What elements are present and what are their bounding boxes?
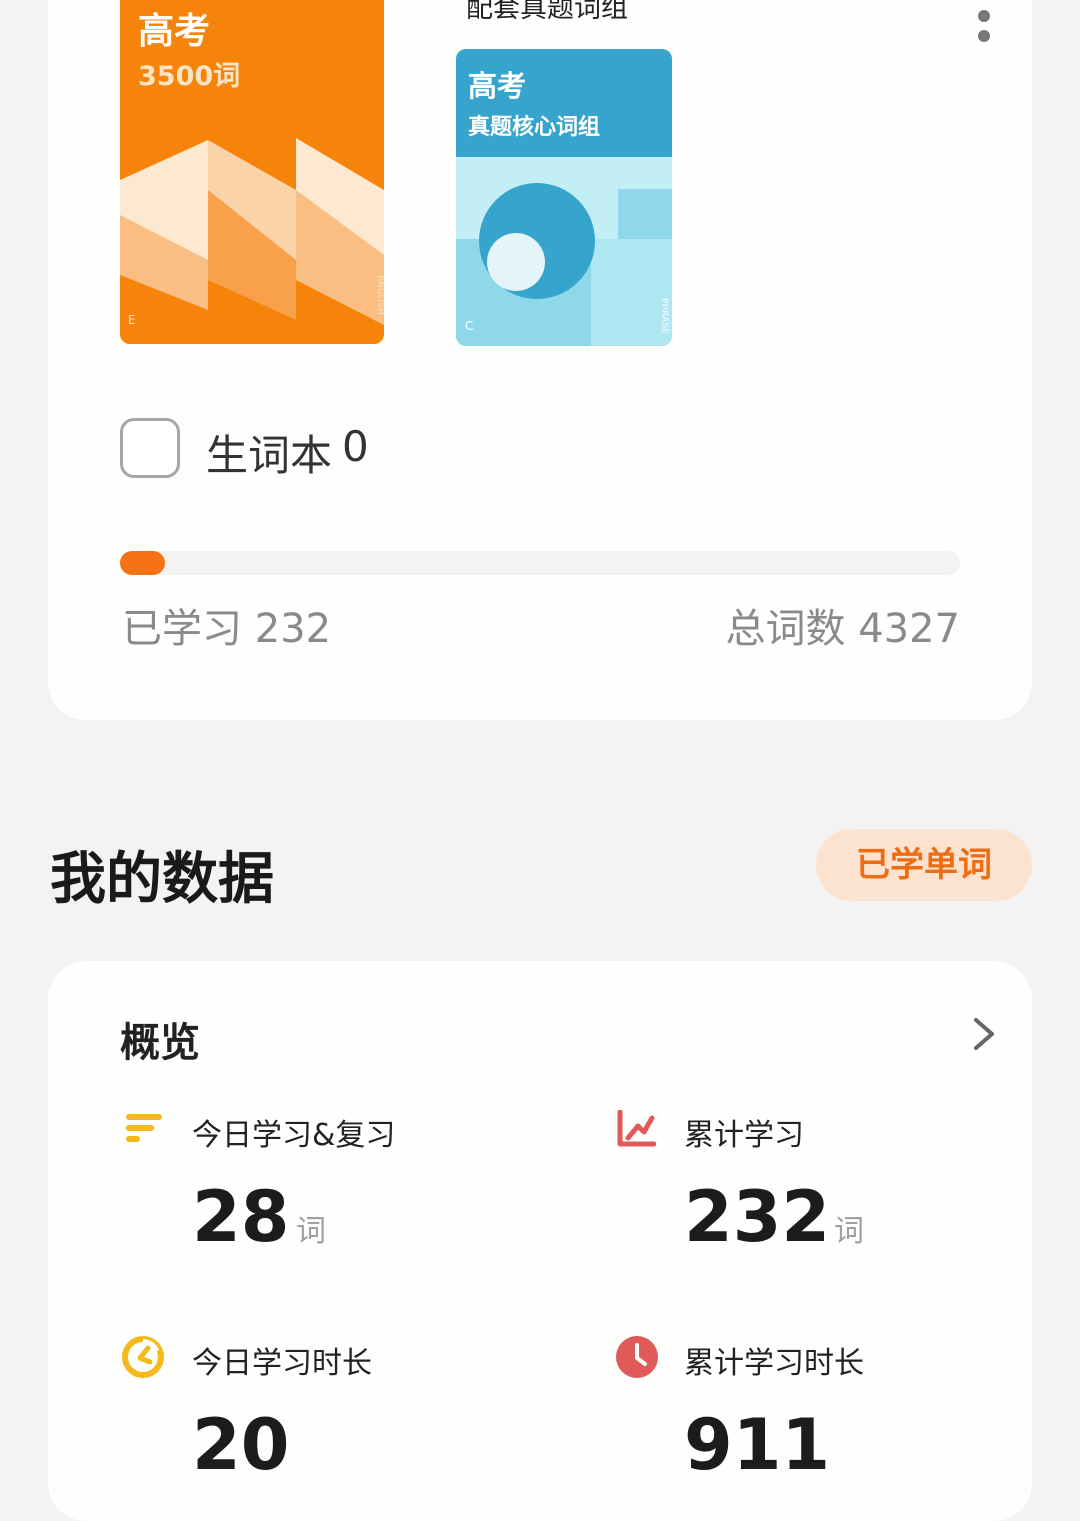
learned-words-button[interactable]: 已学单词 <box>816 829 1032 901</box>
progress-bar <box>120 551 960 575</box>
companion-book-caption: 配套真题词组 <box>466 0 628 24</box>
learned-count: 已学习 232 <box>122 606 332 652</box>
stat-value: 232 <box>684 1176 831 1258</box>
overview-title: 概览 <box>120 1020 200 1066</box>
book-cover-letter: E <box>128 313 136 327</box>
clock-icon <box>616 1336 658 1378</box>
book-cover[interactable]: 高考 3500词 E ENGLISH <box>120 0 384 344</box>
companion-book-title: 高考 <box>468 69 527 103</box>
vocab-book-count: 0 <box>342 422 369 471</box>
companion-book-cover[interactable]: 高考 真题核心词组 C PHRASE <box>456 49 672 346</box>
companion-book-letter: C <box>465 319 474 333</box>
stat-label: 累计学习 <box>684 1118 804 1153</box>
stat-label: 累计学习时长 <box>684 1346 864 1381</box>
stat-value: 20 <box>192 1404 290 1486</box>
stat-unit: 词 <box>296 1214 326 1249</box>
chevron-right-icon[interactable] <box>970 1016 998 1052</box>
bars-icon <box>126 1114 162 1142</box>
stat-value: 28 <box>192 1176 290 1258</box>
total-word-count: 总词数 4327 <box>725 606 960 652</box>
line-chart-icon <box>617 1110 656 1147</box>
vocab-book-label[interactable]: 生词本 <box>206 422 332 483</box>
section-title: 我的数据 <box>50 847 274 912</box>
more-vertical-icon[interactable] <box>974 0 994 46</box>
stat-value: 911 <box>684 1404 831 1486</box>
stat-unit: 词 <box>834 1214 864 1249</box>
progress-fill <box>120 551 166 575</box>
stat-label: 今日学习时长 <box>192 1346 372 1381</box>
book-cover-spine: ENGLISH <box>374 275 384 315</box>
half-clock-icon <box>122 1336 164 1378</box>
companion-book-spine: PHRASE <box>658 298 669 334</box>
book-cover-title: 高考 <box>138 11 211 52</box>
book-cover-subtitle: 3500词 <box>138 61 241 92</box>
vocab-book-checkbox[interactable] <box>120 418 180 478</box>
stat-label: 今日学习&复习 <box>192 1118 396 1153</box>
companion-book-subtitle: 真题核心词组 <box>468 115 601 140</box>
